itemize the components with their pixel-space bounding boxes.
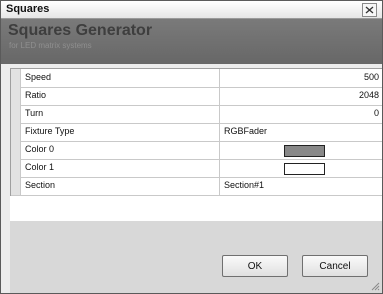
property-name: Turn xyxy=(25,108,44,118)
property-name: Fixture Type xyxy=(25,126,75,136)
turn-value[interactable]: 0 xyxy=(224,108,379,118)
squares-dialog: Squares Squares Generator for LED matrix… xyxy=(0,0,383,294)
row-handle xyxy=(11,87,21,105)
property-row-color-1[interactable]: Color 1 xyxy=(11,159,382,178)
property-row-turn[interactable]: Turn 0 xyxy=(11,105,382,124)
row-handle xyxy=(11,69,21,87)
color-0-swatch[interactable] xyxy=(284,145,325,157)
button-bar: OK Cancel xyxy=(10,221,382,293)
fixture-type-value[interactable]: RGBFader xyxy=(224,126,379,136)
cancel-button[interactable]: Cancel xyxy=(302,255,368,277)
row-handle xyxy=(11,105,21,123)
title-bar[interactable]: Squares xyxy=(1,1,382,19)
banner-subtitle: for LED matrix systems xyxy=(9,41,92,50)
banner-title: Squares Generator xyxy=(8,22,153,39)
property-name: Color 0 xyxy=(25,144,55,154)
property-row-ratio[interactable]: Ratio 2048 xyxy=(11,87,382,106)
ok-button[interactable]: OK xyxy=(222,255,288,277)
property-grid: Speed 500 Ratio 2048 Turn 0 Fixture Type… xyxy=(10,68,382,197)
resize-grip-icon[interactable] xyxy=(370,281,380,291)
speed-value[interactable]: 500 xyxy=(224,72,379,82)
property-row-section[interactable]: Section Section#1 xyxy=(11,177,382,196)
grid-empty-area xyxy=(10,196,382,221)
row-handle xyxy=(11,159,21,177)
header-banner: Squares Generator for LED matrix systems xyxy=(1,19,382,64)
window-title: Squares xyxy=(6,3,50,15)
close-button[interactable] xyxy=(362,3,377,17)
property-row-speed[interactable]: Speed 500 xyxy=(11,69,382,88)
property-row-fixture-type[interactable]: Fixture Type RGBFader xyxy=(11,123,382,142)
property-row-color-0[interactable]: Color 0 xyxy=(11,141,382,160)
row-handle xyxy=(11,141,21,159)
ratio-value[interactable]: 2048 xyxy=(224,90,379,100)
close-icon xyxy=(365,6,374,14)
row-handle xyxy=(11,177,21,195)
property-name: Speed xyxy=(25,72,52,82)
color-1-swatch[interactable] xyxy=(284,163,325,175)
section-value[interactable]: Section#1 xyxy=(224,180,379,190)
property-name: Color 1 xyxy=(25,162,55,172)
property-name: Ratio xyxy=(25,90,47,100)
row-handle xyxy=(11,123,21,141)
property-name: Section xyxy=(25,180,56,190)
